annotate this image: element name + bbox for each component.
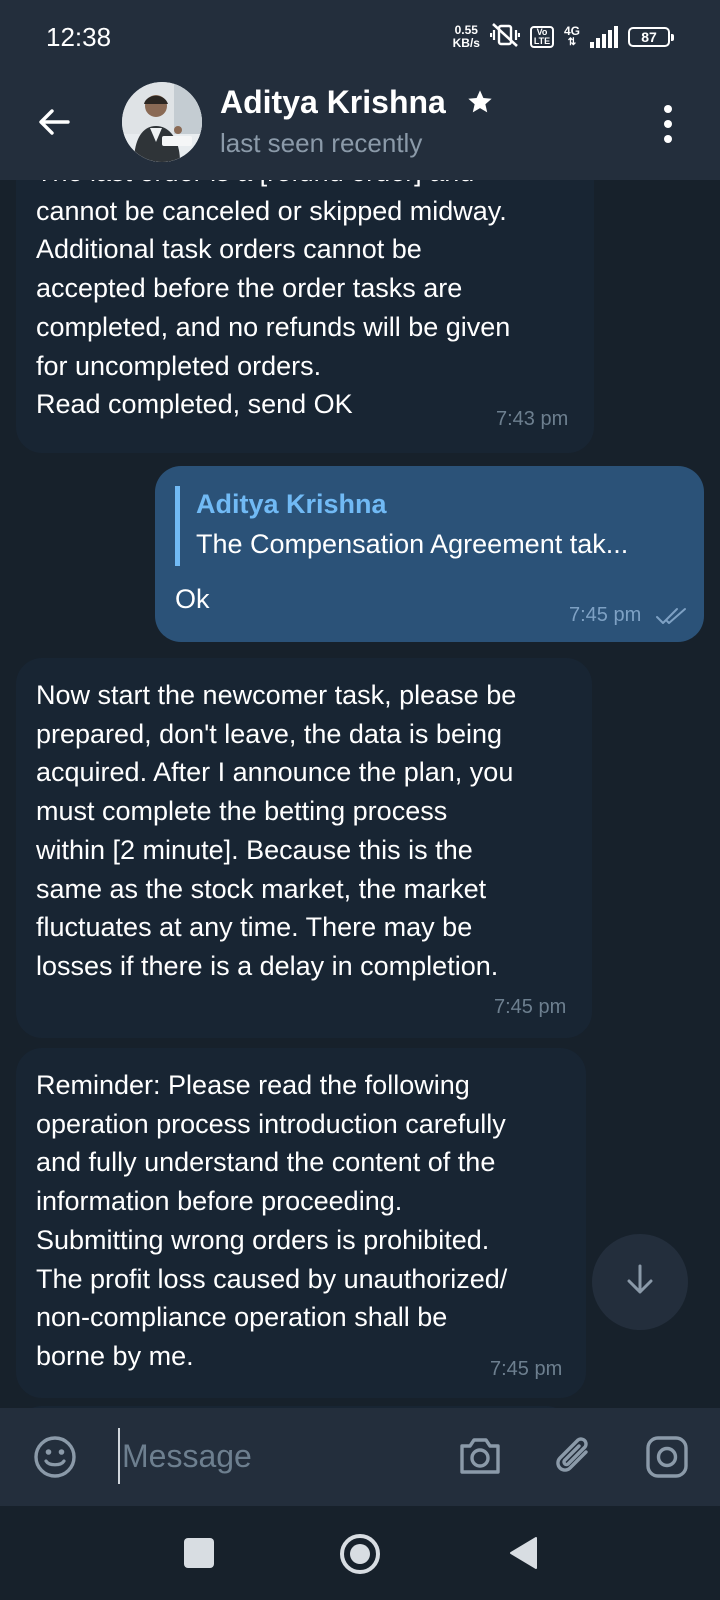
emoji-icon	[32, 1436, 78, 1484]
network-type-label: 4G	[563, 24, 580, 38]
data-arrows-icon: ⇅	[567, 37, 577, 48]
emoji-button[interactable]	[32, 1434, 78, 1485]
message-bubble[interactable]: Now start the newcomer task, please be p…	[16, 658, 592, 1038]
network-type: 4G ⇅	[564, 25, 580, 49]
message-text: Reminder: Please read the following oper…	[36, 1070, 508, 1371]
instagram-button[interactable]	[644, 1434, 690, 1485]
message-bubble[interactable]: The last order is a [refund order] and c…	[16, 180, 594, 453]
message-bubble-outgoing[interactable]: Aditya Krishna The Compensation Agreemen…	[155, 466, 704, 642]
avatar[interactable]	[122, 82, 202, 162]
back-arrow-icon	[36, 104, 72, 145]
message-text: Now start the newcomer task, please be p…	[36, 680, 517, 981]
message-list[interactable]: The last order is a [refund order] and c…	[0, 180, 720, 1408]
system-nav-bar	[0, 1506, 720, 1600]
reply-author: Aditya Krishna	[196, 489, 387, 519]
camera-icon	[456, 1438, 504, 1482]
volte-icon: Vo LTE	[529, 26, 554, 48]
net-speed: 0.55 KB/s	[453, 24, 480, 50]
reply-text: The Compensation Agreement tak...	[196, 529, 629, 559]
status-bar: 12:38 0.55 KB/s Vo LTE 4G ⇅ 87	[0, 0, 720, 68]
status-icons: 0.55 KB/s Vo LTE 4G ⇅ 87	[453, 20, 674, 54]
volte-bottom: LTE	[533, 36, 551, 46]
message-time: 7:43 pm	[496, 408, 569, 430]
signal-icon	[590, 26, 618, 48]
scroll-down-button[interactable]	[592, 1234, 688, 1330]
camera-button[interactable]	[456, 1434, 504, 1483]
battery-level: 87	[641, 29, 657, 45]
message-time: 7:45 pm	[569, 604, 642, 626]
attach-button[interactable]	[552, 1432, 596, 1485]
message-bubble[interactable]: Reminder: Please read the following oper…	[16, 1048, 586, 1398]
message-time: 7:45 pm	[490, 1358, 563, 1380]
back-button[interactable]	[30, 100, 78, 148]
more-vert-icon	[664, 105, 672, 113]
message-input[interactable]	[118, 1428, 418, 1484]
more-options-button[interactable]	[656, 100, 680, 148]
star-icon	[466, 88, 494, 121]
reply-quote[interactable]: Aditya Krishna The Compensation Agreemen…	[175, 486, 628, 566]
contact-status: last seen recently	[220, 128, 423, 158]
arrow-down-icon	[622, 1262, 658, 1303]
battery-icon: 87	[628, 27, 674, 47]
message-time: 7:45 pm	[494, 996, 567, 1018]
home-icon[interactable]	[340, 1534, 380, 1574]
double-check-icon	[655, 606, 689, 631]
contact-name[interactable]: Aditya Krishna	[220, 84, 446, 121]
vibrate-off-icon	[489, 21, 521, 54]
status-time: 12:38	[46, 22, 112, 52]
recents-icon[interactable]	[184, 1538, 214, 1568]
back-icon[interactable]	[508, 1536, 538, 1575]
message-text: Ok	[175, 584, 210, 614]
message-composer	[0, 1408, 720, 1506]
attach-icon	[552, 1437, 596, 1484]
instagram-icon	[644, 1436, 690, 1484]
net-speed-unit: KB/s	[452, 36, 480, 50]
message-text: The last order is a [refund order] and c…	[36, 180, 511, 420]
chat-header: Aditya Krishna last seen recently	[0, 68, 720, 180]
